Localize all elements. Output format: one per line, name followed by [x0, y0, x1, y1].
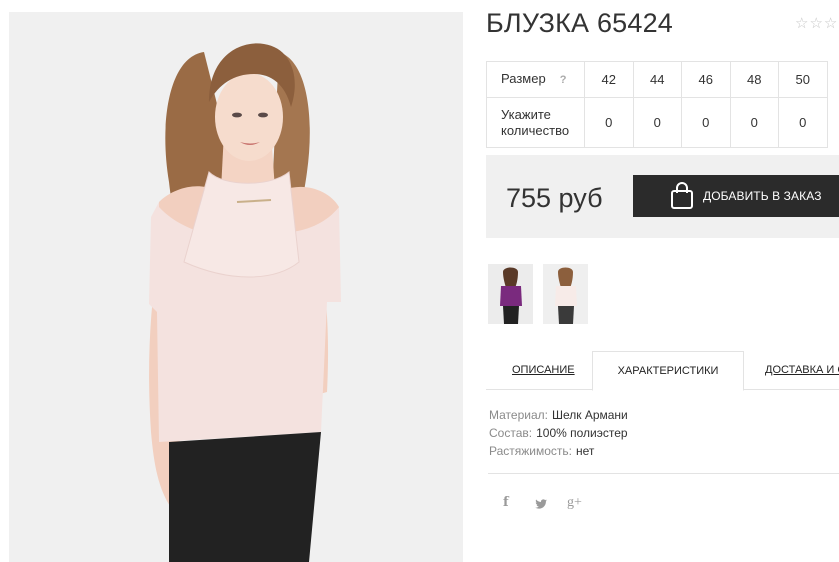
- size-label: Размер: [501, 71, 546, 86]
- spec-key: Состав:: [489, 426, 533, 440]
- specs-list: Материал: Шелк Армани Состав: 100% полиэст…: [489, 406, 628, 460]
- spec-value: Шелк Армани: [551, 408, 628, 422]
- size-option: 42: [584, 61, 634, 98]
- quantity-input[interactable]: 0: [584, 97, 634, 148]
- spec-key: Растяжимость:: [489, 444, 573, 458]
- size-label-cell: Размер?: [486, 61, 585, 98]
- size-option: 50: [778, 61, 828, 98]
- quantity-row: Укажите количество 0 0 0 0 0: [486, 97, 828, 148]
- spec-composition: Состав: 100% полиэстер: [489, 424, 628, 442]
- spec-stretch: Растяжимость: нет: [489, 442, 628, 460]
- shopping-bag-icon: [670, 182, 694, 210]
- spec-key: Материал:: [489, 408, 548, 422]
- size-option: 48: [729, 61, 779, 98]
- quantity-input[interactable]: 0: [632, 97, 682, 148]
- spec-value: нет: [576, 444, 595, 458]
- product-main-photo[interactable]: [9, 12, 463, 562]
- size-option: 46: [681, 61, 731, 98]
- spec-value: 100% полиэстер: [536, 426, 628, 440]
- tab-delivery[interactable]: ДОСТАВКА И С: [765, 364, 839, 376]
- thumbnail-pink-variant[interactable]: [543, 264, 588, 324]
- googleplus-icon[interactable]: g+: [567, 495, 582, 511]
- facebook-icon[interactable]: f: [503, 495, 509, 510]
- quantity-input[interactable]: 0: [778, 97, 828, 148]
- size-row: Размер? 42 44 46 48 50: [486, 61, 828, 98]
- thumbnail-purple-variant[interactable]: [488, 264, 533, 324]
- size-option: 44: [632, 61, 682, 98]
- product-price: 755 руб: [506, 183, 603, 213]
- add-to-order-label: ДОБАВИТЬ В ЗАКАЗ: [703, 189, 822, 203]
- quantity-input[interactable]: 0: [681, 97, 731, 148]
- add-to-order-button[interactable]: ДОБАВИТЬ В ЗАКАЗ: [633, 175, 839, 217]
- product-title: БЛУЗКА 65424: [486, 8, 674, 38]
- quantity-label-line1: Укажите: [501, 106, 551, 122]
- size-quantity-table: Размер? 42 44 46 48 50 Укажите количеств…: [486, 61, 828, 148]
- size-help-icon[interactable]: ?: [560, 72, 567, 88]
- quantity-label-cell: Укажите количество: [486, 97, 585, 148]
- rating-stars[interactable]: ☆☆☆: [795, 14, 838, 32]
- tab-characteristics[interactable]: ХАРАКТЕРИСТИКИ: [592, 351, 744, 391]
- spec-material: Материал: Шелк Армани: [489, 406, 628, 424]
- section-divider: [488, 473, 839, 474]
- quantity-label-line2: количество: [501, 122, 570, 138]
- price-box: 755 руб ДОБАВИТЬ В ЗАКАЗ: [486, 155, 839, 238]
- quantity-input[interactable]: 0: [729, 97, 779, 148]
- twitter-icon[interactable]: [534, 497, 548, 511]
- tab-description[interactable]: ОПИСАНИЕ: [512, 364, 575, 376]
